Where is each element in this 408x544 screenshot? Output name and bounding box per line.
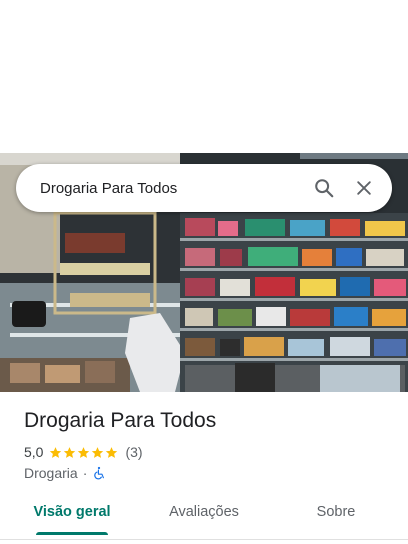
review-count[interactable]: (3) <box>125 444 142 460</box>
separator-dot: · <box>82 465 88 481</box>
tab-about[interactable]: Sobre <box>317 504 356 520</box>
category-label: Drogaria <box>24 465 78 481</box>
search-icon <box>315 179 334 198</box>
search-bar[interactable]: Drogaria Para Todos <box>16 164 392 212</box>
star-icon <box>92 446 104 458</box>
tab-bar: Visão geral Avaliações Sobre <box>0 496 408 536</box>
rating-value: 5,0 <box>24 444 44 460</box>
tab-overview[interactable]: Visão geral <box>33 504 110 520</box>
star-rating <box>49 446 119 459</box>
tab-reviews[interactable]: Avaliações <box>169 504 239 520</box>
star-icon <box>64 446 76 458</box>
rating-row[interactable]: 5,0 (3) <box>24 444 143 460</box>
search-input[interactable]: Drogaria Para Todos <box>40 180 304 197</box>
search-button[interactable] <box>304 168 344 208</box>
divider <box>0 539 408 540</box>
close-icon <box>357 181 371 195</box>
clear-button[interactable] <box>344 168 384 208</box>
active-tab-indicator <box>36 532 108 535</box>
star-icon <box>50 446 62 458</box>
star-icon <box>78 446 90 458</box>
category-row: Drogaria · <box>24 465 106 481</box>
place-title: Drogaria Para Todos <box>24 409 217 432</box>
star-icon <box>106 446 118 458</box>
wheelchair-accessible-icon <box>94 466 105 480</box>
